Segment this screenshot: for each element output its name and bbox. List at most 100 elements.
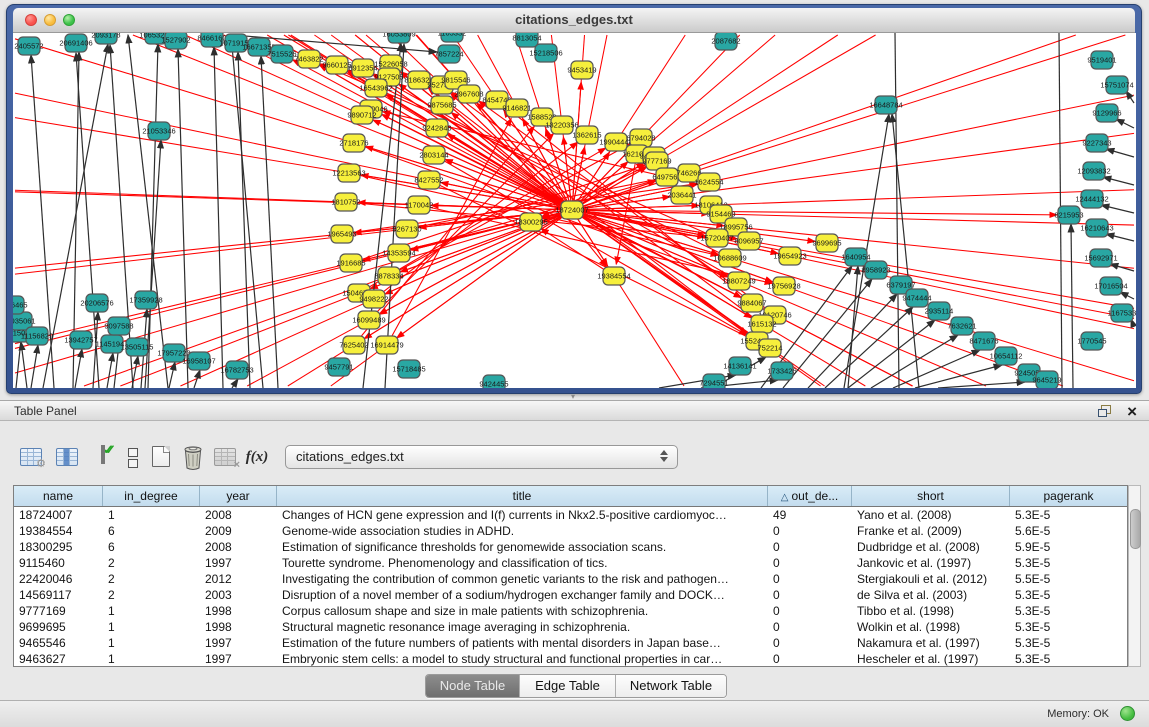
window-titlebar[interactable]: citations_edges.txt (13, 8, 1135, 33)
table-cell[interactable]: 2009 (200, 523, 277, 539)
graph-node[interactable]: 9645219 (1032, 371, 1061, 388)
graph-node[interactable]: 8878334 (374, 267, 403, 285)
table-cell[interactable]: de Silva et al. (2003) (852, 587, 1010, 603)
graph-node[interactable]: 2967608 (454, 85, 483, 103)
graph-node[interactable]: 7632621 (947, 317, 976, 335)
table-row[interactable]: 946362711997Embryonic stem cells: a mode… (14, 651, 1127, 667)
table-cell[interactable]: Nakamura et al. (1997) (852, 635, 1010, 651)
table-selector-dropdown[interactable]: citations_edges.txt (285, 445, 678, 469)
select-rows-icon[interactable] (90, 442, 116, 470)
tab-network-table[interactable]: Network Table (616, 675, 726, 697)
show-columns-icon[interactable] (54, 442, 80, 470)
graph-node[interactable]: 7463822 (294, 50, 323, 68)
graph-node[interactable]: 9699695 (812, 234, 841, 252)
graph-node[interactable]: 15751074 (1100, 76, 1133, 94)
table-cell[interactable]: 9463627 (14, 651, 103, 667)
graph-node[interactable]: 16053809 (382, 33, 415, 43)
graph-node[interactable]: 14353594 (382, 244, 415, 262)
graph-node[interactable]: 9884067 (737, 294, 766, 312)
table-cell[interactable]: Estimation of the future numbers of pati… (277, 635, 768, 651)
table-cell[interactable]: 5.3E-5 (1010, 507, 1127, 523)
table-cell[interactable]: 5.3E-5 (1010, 635, 1127, 651)
graph-node[interactable]: 9227343 (1082, 134, 1111, 152)
tab-node-table[interactable]: Node Table (426, 675, 520, 697)
column-header-pagerank[interactable]: pagerank (1010, 486, 1127, 506)
graph-node[interactable]: 13942757 (64, 331, 97, 349)
table-cell[interactable]: 5.3E-5 (1010, 603, 1127, 619)
table-cell[interactable]: 0 (768, 619, 852, 635)
graph-node[interactable]: 9890712 (347, 106, 376, 124)
table-cell[interactable]: 0 (768, 555, 852, 571)
table-cell[interactable]: Yano et al. (2008) (852, 507, 1010, 523)
table-cell[interactable]: 1997 (200, 635, 277, 651)
graph-node[interactable]: 2935114 (925, 302, 954, 320)
table-cell[interactable]: 19384554 (14, 523, 103, 539)
network-canvas[interactable]: 1872400774638229660125891235415226058912… (13, 33, 1136, 388)
table-cell[interactable]: Tibbo et al. (1998) (852, 603, 1010, 619)
graph-node[interactable]: 20691406 (59, 34, 92, 52)
table-cell[interactable]: 1 (103, 507, 200, 523)
graph-node[interactable]: 9242848 (422, 119, 451, 137)
graph-node[interactable]: 8471676 (969, 332, 998, 350)
table-row[interactable]: 946554611997Estimation of the future num… (14, 635, 1127, 651)
table-cell[interactable]: 2 (103, 587, 200, 603)
table-cell[interactable]: 0 (768, 539, 852, 555)
table-cell[interactable]: 0 (768, 571, 852, 587)
graph-node[interactable]: 6794028 (626, 129, 655, 147)
column-header-short[interactable]: short (852, 486, 1010, 506)
merge-cells-icon[interactable] (120, 442, 146, 470)
graph-node[interactable]: 9474444 (902, 289, 931, 307)
table-cell[interactable]: 2003 (200, 587, 277, 603)
graph-node[interactable]: 8912354 (348, 59, 377, 77)
graph-node[interactable]: 8186328 (404, 71, 433, 89)
graph-node[interactable]: 9660125 (322, 56, 351, 74)
graph-node[interactable]: 1916685 (336, 254, 365, 272)
table-cell[interactable]: 5.3E-5 (1010, 555, 1127, 571)
table-row[interactable]: 977716911998Corpus callosum shape and si… (14, 603, 1127, 619)
column-header-out_de[interactable]: △out_de... (768, 486, 852, 506)
table-cell[interactable]: 0 (768, 587, 852, 603)
graph-node[interactable]: 21053346 (142, 122, 175, 140)
table-cell[interactable]: 1998 (200, 603, 277, 619)
graph-node[interactable]: 1170042 (405, 196, 434, 214)
graph-node[interactable]: 1362615 (572, 126, 601, 144)
graph-node[interactable]: 8215953 (1054, 206, 1083, 224)
graph-node[interactable]: 1770545 (1077, 332, 1106, 350)
graph-node[interactable]: 1615132 (747, 315, 776, 333)
column-header-in_degree[interactable]: in_degree (103, 486, 200, 506)
table-cell[interactable]: Dudbridge et al. (2008) (852, 539, 1010, 555)
graph-node[interactable]: 8096957 (734, 232, 763, 250)
column-header-title[interactable]: title (277, 486, 768, 506)
table-cell[interactable]: 22420046 (14, 571, 103, 587)
graph-node[interactable]: 9146821 (502, 99, 531, 117)
graph-node[interactable]: 1810752 (331, 193, 360, 211)
new-document-icon[interactable] (148, 442, 174, 470)
graph-node[interactable]: 7294551 (699, 374, 728, 388)
table-row[interactable]: 1938455462009Genome-wide association stu… (14, 523, 1127, 539)
table-cell[interactable]: Estimation of significance thresholds fo… (277, 539, 768, 555)
graph-node[interactable]: 7857224 (434, 45, 463, 63)
graph-node[interactable]: 1733426 (767, 362, 796, 380)
table-cell[interactable]: 18300295 (14, 539, 103, 555)
graph-node[interactable]: 9129966 (1092, 104, 1121, 122)
graph-node[interactable]: 19384554 (597, 267, 630, 285)
table-cell[interactable]: 2008 (200, 539, 277, 555)
graph-node[interactable]: 19756928 (767, 277, 800, 295)
function-builder-icon[interactable]: f(x) (244, 442, 270, 470)
table-cell[interactable]: 14569117 (14, 587, 103, 603)
graph-node[interactable]: 9267130 (392, 220, 421, 238)
table-cell[interactable]: Corpus callosum shape and size in male p… (277, 603, 768, 619)
table-cell[interactable]: 1997 (200, 555, 277, 571)
graph-node[interactable]: 17016504 (1094, 277, 1127, 295)
graph-node[interactable]: 9453419 (567, 61, 596, 79)
graph-node[interactable]: 2803144 (419, 146, 448, 164)
graph-node[interactable]: 2087682 (711, 33, 740, 50)
graph-node[interactable]: 1527902 (161, 33, 190, 49)
graph-node[interactable]: 2036441 (667, 186, 696, 204)
graph-node[interactable]: 9875685 (427, 96, 456, 114)
table-cell[interactable]: 2012 (200, 571, 277, 587)
column-header-year[interactable]: year (200, 486, 277, 506)
graph-node[interactable]: 9519401 (1087, 51, 1116, 69)
table-cell[interactable]: 1998 (200, 619, 277, 635)
table-cell[interactable]: 5.9E-5 (1010, 539, 1127, 555)
